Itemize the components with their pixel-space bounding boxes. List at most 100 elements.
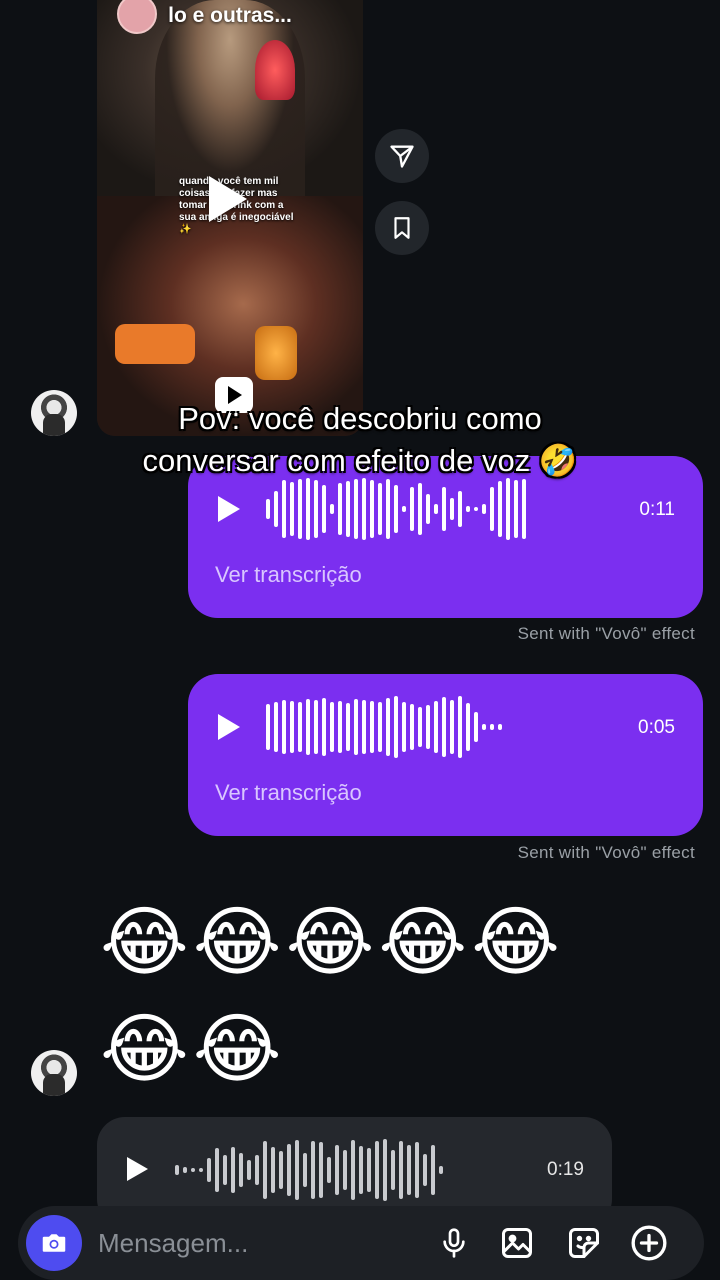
waveform-bar: [490, 487, 494, 531]
waveform-bar: [402, 506, 406, 512]
waveform-bar: [274, 491, 278, 527]
waveform-bar: [370, 701, 374, 753]
waveform-bar: [239, 1153, 243, 1187]
waveform-bar: [506, 478, 510, 540]
voice-waveform[interactable]: [175, 1137, 443, 1203]
camera-button[interactable]: [26, 1215, 82, 1271]
waveform-bar: [282, 700, 286, 754]
waveform-bar: [247, 1160, 251, 1180]
waveform-bar: [391, 1150, 395, 1190]
message-input[interactable]: Mensagem...: [98, 1228, 248, 1259]
waveform-bar: [322, 485, 326, 533]
waveform-bar: [370, 480, 374, 538]
waveform-bar: [498, 481, 502, 537]
waveform-bar: [482, 504, 486, 514]
waveform-bar: [287, 1144, 291, 1196]
waveform-bar: [306, 699, 310, 755]
waveform-bar: [191, 1168, 195, 1172]
voice-duration: 0:19: [547, 1159, 584, 1180]
gallery-button[interactable]: [497, 1223, 537, 1263]
waveform-bar: [394, 696, 398, 758]
play-icon[interactable]: [218, 714, 240, 740]
waveform-bar: [466, 703, 470, 751]
waveform-bar: [362, 478, 366, 540]
waveform-bar: [418, 483, 422, 535]
waveform-bar: [362, 700, 366, 754]
waveform-bar: [266, 704, 270, 750]
waveform-bar: [474, 507, 478, 511]
waveform-bar: [298, 702, 302, 752]
mic-icon: [443, 1228, 465, 1258]
waveform-bar: [346, 703, 350, 751]
waveform-bar: [367, 1148, 371, 1192]
emoji-message[interactable]: 😂😂😂😂😂: [100, 898, 564, 988]
bookmark-icon: [394, 217, 410, 239]
waveform-bar: [498, 724, 502, 730]
waveform-bar: [359, 1146, 363, 1194]
microphone-button[interactable]: [434, 1223, 474, 1263]
save-button[interactable]: [375, 201, 429, 255]
waveform-bar: [522, 479, 526, 539]
waveform-bar: [418, 707, 422, 747]
waveform-bar: [231, 1147, 235, 1193]
waveform-bar: [466, 506, 470, 512]
voice-duration: 0:05: [638, 717, 675, 738]
waveform-bar: [338, 483, 342, 535]
outgoing-voice-message[interactable]: 0:05 Ver transcrição: [188, 674, 703, 836]
shared-reel-preview[interactable]: lo e outras... quando você tem mil coisa…: [97, 0, 363, 436]
waveform-bar: [378, 483, 382, 535]
play-icon[interactable]: [127, 1157, 148, 1181]
waveform-bar: [354, 479, 358, 539]
waveform-bar: [271, 1147, 275, 1193]
voice-waveform[interactable]: [266, 476, 526, 542]
reel-title: lo e outras...: [168, 4, 292, 27]
waveform-bar: [383, 1139, 387, 1201]
sticker-icon: [569, 1228, 599, 1258]
waveform-bar: [354, 699, 358, 755]
share-button[interactable]: [375, 129, 429, 183]
waveform-bar: [303, 1153, 307, 1187]
waveform-bar: [346, 481, 350, 537]
waveform-bar: [215, 1148, 219, 1192]
view-transcript-link[interactable]: Ver transcrição: [215, 562, 362, 588]
waveform-bar: [295, 1140, 299, 1200]
waveform-bar: [314, 700, 318, 754]
waveform-bar: [266, 499, 270, 519]
waveform-bar: [378, 702, 382, 752]
sticker-button[interactable]: [564, 1223, 604, 1263]
waveform-bar: [223, 1155, 227, 1185]
waveform-bar: [279, 1151, 283, 1189]
play-icon[interactable]: [209, 176, 247, 222]
waveform-bar: [290, 701, 294, 753]
waveform-bar: [343, 1150, 347, 1190]
waveform-bar: [386, 698, 390, 756]
view-transcript-link[interactable]: Ver transcrição: [215, 780, 362, 806]
waveform-bar: [175, 1165, 179, 1175]
waveform-bar: [330, 702, 334, 752]
contact-avatar[interactable]: [31, 1050, 77, 1096]
voice-effect-note: Sent with "Vovô" effect: [517, 624, 695, 643]
plus-icon: [631, 1225, 667, 1261]
waveform-bar: [410, 704, 414, 750]
waveform-bar: [338, 701, 342, 753]
waveform-bar: [314, 480, 318, 538]
waveform-bar: [290, 482, 294, 536]
waveform-bar: [426, 705, 430, 749]
waveform-bar: [351, 1140, 355, 1200]
voice-duration: 0:11: [639, 499, 675, 520]
waveform-bar: [311, 1141, 315, 1199]
waveform-bar: [482, 724, 486, 730]
message-composer: Mensagem...: [18, 1206, 704, 1280]
waveform-bar: [402, 702, 406, 752]
waveform-bar: [335, 1145, 339, 1195]
waveform-bar: [319, 1142, 323, 1198]
voice-waveform[interactable]: [266, 694, 502, 760]
waveform-bar: [282, 480, 286, 538]
waveform-bar: [514, 480, 518, 538]
waveform-bar: [458, 491, 462, 527]
play-icon[interactable]: [218, 496, 240, 522]
voice-effect-note: Sent with "Vovô" effect: [517, 843, 695, 862]
more-button[interactable]: [629, 1223, 669, 1263]
waveform-bar: [407, 1145, 411, 1195]
emoji-message[interactable]: 😂😂: [100, 1005, 286, 1095]
